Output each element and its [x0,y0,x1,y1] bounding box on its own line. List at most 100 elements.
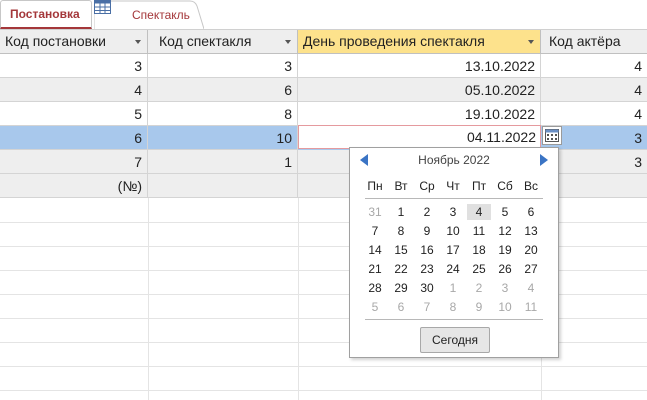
column-header-kod-spektaklya[interactable]: Код спектакля [148,30,298,54]
calendar-day[interactable]: 19 [493,242,517,258]
calendar-day[interactable]: 2 [467,280,491,296]
table-row[interactable]: 4 6 05.10.2022 4 [0,78,647,102]
calendar-day[interactable]: 10 [493,299,517,315]
column-header-kod-postanovki[interactable]: Код постановки [0,30,148,54]
cell-kod-spektaklya[interactable]: 8 [148,102,298,126]
cell-den-provedeniya[interactable]: 05.10.2022 [298,78,541,102]
grid-line [148,198,149,400]
column-header-label: Код постановки [5,33,107,49]
tab-postanovka[interactable]: Постановка [0,0,92,29]
calendar-day[interactable]: 23 [415,261,439,277]
date-picker-popup: Ноябрь 2022 Пн Вт Ср Чт Пт Сб Вс 31 1 2 3 4 5… [349,147,559,358]
sort-dropdown-icon[interactable] [135,40,141,44]
cell-value: 04.11.2022 [466,129,536,145]
calendar-day[interactable]: 5 [363,299,387,315]
calendar-day[interactable]: 11 [519,299,543,315]
calendar-day[interactable]: 30 [415,280,439,296]
tab-label: Спектакль [132,8,190,22]
column-header-kod-aktera[interactable]: Код актёра [541,30,647,54]
month-year-label[interactable]: Ноябрь 2022 [350,153,558,167]
calendar-day[interactable]: 29 [389,280,413,296]
column-header-label: День проведения спектакля [303,33,485,49]
sort-dropdown-icon[interactable] [528,40,534,44]
calendar-day[interactable]: 25 [467,261,491,277]
calendar-day[interactable]: 9 [467,299,491,315]
cell-kod-postanovki-new[interactable]: (№) [0,174,148,198]
calendar-day[interactable]: 28 [363,280,387,296]
calendar-icon [545,129,559,142]
weekday-label: Сб [497,179,513,193]
cell-kod-aktera[interactable]: 4 [541,102,647,126]
calendar-day[interactable]: 26 [493,261,517,277]
cell-den-provedeniya-focused[interactable]: 04.11.2022 [298,125,541,149]
weekday-label: Вт [394,179,408,193]
grid-line [298,198,299,400]
cell-kod-aktera[interactable]: 4 [541,78,647,102]
calendar-day[interactable]: 2 [415,204,439,220]
calendar-day[interactable]: 6 [519,204,543,220]
calendar-day[interactable]: 4 [467,204,491,220]
calendar-day[interactable]: 8 [389,223,413,239]
cell-kod-postanovki[interactable]: 7 [0,150,148,174]
divider [365,319,543,320]
calendar-day[interactable]: 5 [493,204,517,220]
calendar-day[interactable]: 21 [363,261,387,277]
column-header-label: Код актёра [549,33,621,49]
tab-label: Постановка [10,7,80,21]
weekday-label: Чт [446,179,460,193]
cell-kod-spektaklya[interactable]: 10 [148,126,298,150]
cell-kod-spektaklya[interactable]: 6 [148,78,298,102]
cell-kod-aktera[interactable]: 4 [541,54,647,78]
calendar-day[interactable]: 3 [441,204,465,220]
cell-kod-postanovki[interactable]: 4 [0,78,148,102]
column-header-label: Код спектакля [159,33,252,49]
cell-kod-postanovki[interactable]: 6 [0,126,148,150]
weekday-label: Пн [367,179,383,193]
calendar-day[interactable]: 6 [389,299,413,315]
calendar-day[interactable]: 20 [519,242,543,258]
calendar-day[interactable]: 10 [441,223,465,239]
column-header-den-provedeniya[interactable]: День проведения спектакля [298,30,541,54]
table-icon [94,0,111,14]
today-button[interactable]: Сегодня [420,327,490,353]
next-month-arrow-icon[interactable] [540,154,548,166]
calendar-day[interactable]: 11 [467,223,491,239]
calendar-day[interactable]: 12 [493,223,517,239]
weekday-label: Ср [419,179,435,193]
table-row[interactable]: 5 8 19.10.2022 4 [0,102,647,126]
weekday-label: Вс [523,179,538,193]
cell-kod-postanovki[interactable]: 3 [0,54,148,78]
sort-dropdown-icon[interactable] [285,40,291,44]
calendar-day[interactable]: 16 [415,242,439,258]
calendar-day[interactable]: 18 [467,242,491,258]
calendar-day[interactable]: 9 [415,223,439,239]
weekday-label: Пт [471,179,487,193]
cell-kod-postanovki[interactable]: 5 [0,102,148,126]
date-picker-button[interactable] [542,126,562,145]
calendar-day[interactable]: 7 [363,223,387,239]
cell-kod-spektaklya[interactable]: 3 [148,54,298,78]
divider [365,198,543,199]
cell-kod-spektaklya-new[interactable] [148,174,298,198]
cell-kod-spektaklya[interactable]: 1 [148,150,298,174]
calendar-day[interactable]: 17 [441,242,465,258]
cell-den-provedeniya[interactable]: 19.10.2022 [298,102,541,126]
calendar-day[interactable]: 24 [441,261,465,277]
grid-line [0,366,647,367]
calendar-day[interactable]: 1 [441,280,465,296]
calendar-day[interactable]: 15 [389,242,413,258]
calendar-day[interactable]: 4 [519,280,543,296]
calendar-day[interactable]: 13 [519,223,543,239]
calendar-day[interactable]: 3 [493,280,517,296]
calendar-day[interactable]: 31 [363,204,387,220]
table-row[interactable]: 3 3 13.10.2022 4 [0,54,647,78]
cell-den-provedeniya[interactable]: 13.10.2022 [298,54,541,78]
calendar-day[interactable]: 14 [363,242,387,258]
calendar-day[interactable]: 1 [389,204,413,220]
tab-spektakl[interactable]: Спектакль [94,0,204,29]
calendar-day[interactable]: 7 [415,299,439,315]
calendar-day[interactable]: 27 [519,261,543,277]
calendar-day[interactable]: 8 [441,299,465,315]
grid-line [0,390,647,391]
calendar-day[interactable]: 22 [389,261,413,277]
